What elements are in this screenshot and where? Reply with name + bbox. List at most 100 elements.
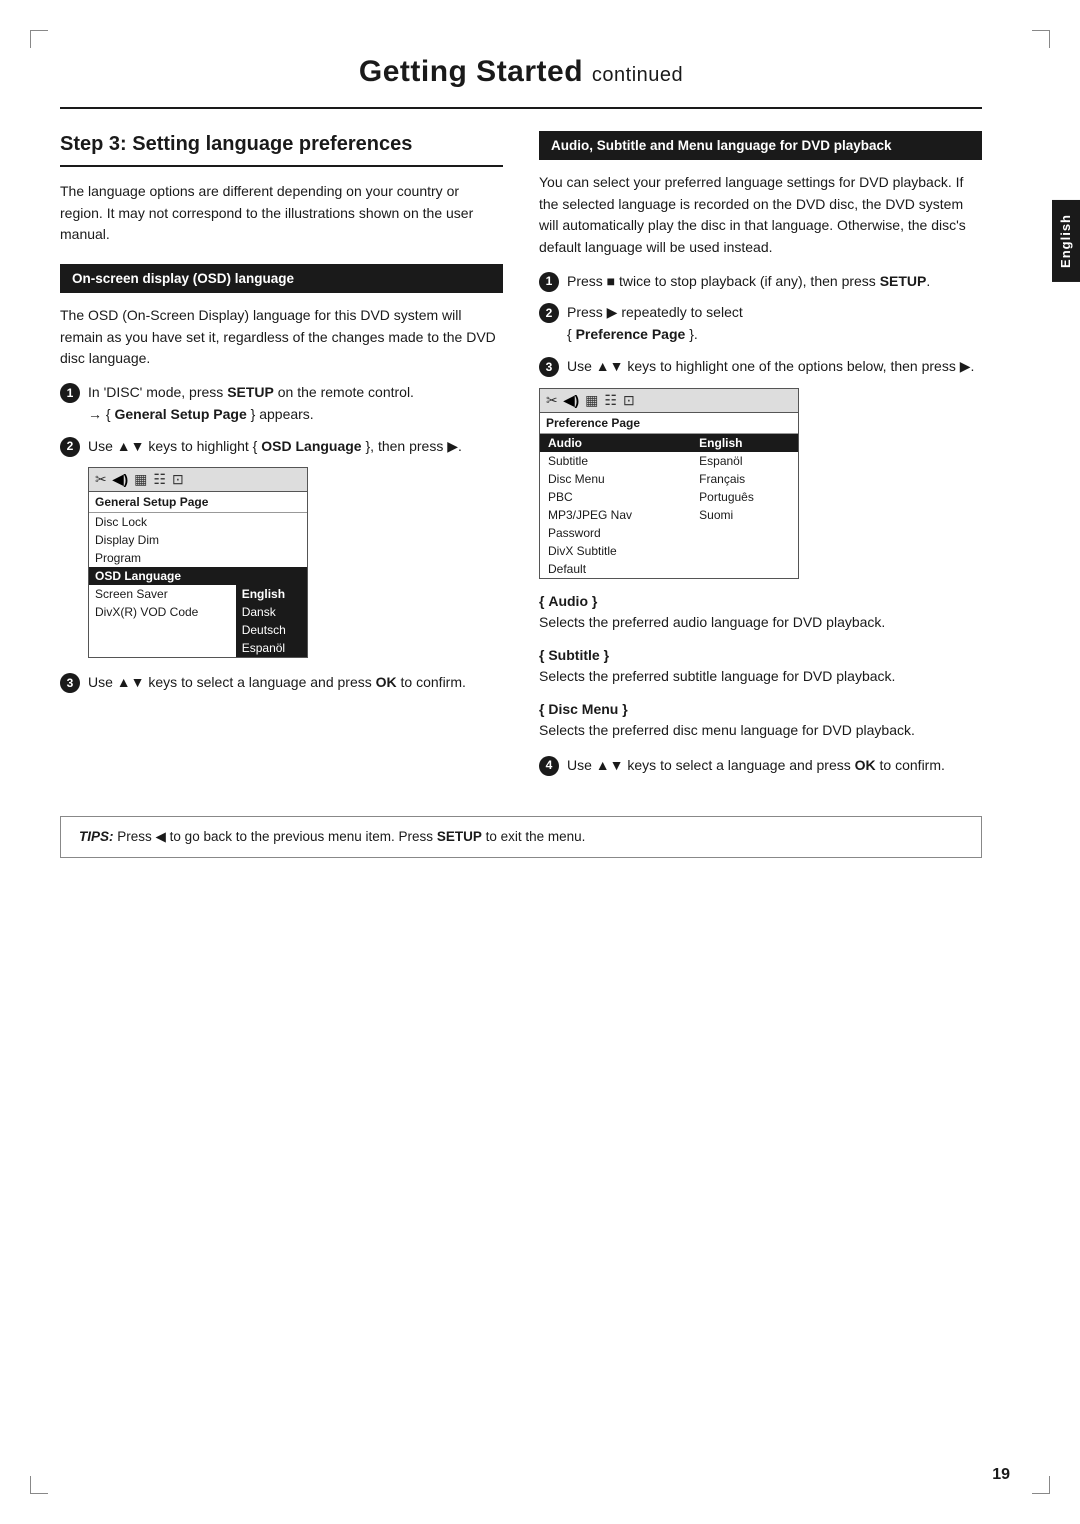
subtitle-desc: { Subtitle } Selects the preferred subti… xyxy=(539,647,982,687)
table-cell xyxy=(236,549,307,567)
right-step-2-text: Press ▶ repeatedly to select xyxy=(567,304,743,320)
right-step-4-content: Use ▲▼ keys to select a language and pre… xyxy=(567,755,982,777)
table-cell-espanol: Espanöl xyxy=(236,639,307,657)
right-section-header: Audio, Subtitle and Menu language for DV… xyxy=(539,131,982,160)
subtitle-desc-title: { Subtitle } xyxy=(539,647,982,663)
right-step-1-text: Press ■ twice to stop playback (if any),… xyxy=(567,273,930,289)
table-cell: OSD Language xyxy=(89,567,236,585)
pref-table-row-audio: AudioEnglish xyxy=(540,434,798,452)
table-row: Disc Lock xyxy=(89,513,307,531)
table-cell: DivX(R) VOD Code xyxy=(89,603,236,621)
table-cell: Disc Lock xyxy=(89,513,236,531)
right-step-2-brace: { Preference Page }. xyxy=(567,326,698,342)
osd-body-text: The OSD (On-Screen Display) language for… xyxy=(60,305,503,370)
pref-table-cell: Français xyxy=(691,470,798,488)
pref-screen-title-bar: Preference Page xyxy=(540,413,798,434)
pref-icon-grid: ▦ xyxy=(585,392,598,409)
right-column: Audio, Subtitle and Menu language for DV… xyxy=(539,131,982,786)
table-row-highlighted: OSD Language xyxy=(89,567,307,585)
icon-grid: ▦ xyxy=(134,471,147,488)
icon-box: ⊡ xyxy=(172,471,184,488)
two-column-layout: Step 3: Setting language preferences The… xyxy=(60,131,982,786)
left-step-3: 3 Use ▲▼ keys to select a language and p… xyxy=(60,672,503,694)
corner-mark-tl xyxy=(30,30,48,48)
step-2-content: Use ▲▼ keys to highlight { OSD Language … xyxy=(88,436,503,458)
icon-scissors: ✂ xyxy=(95,471,107,488)
corner-mark-bl xyxy=(30,1476,48,1494)
step-num-2: 2 xyxy=(60,437,80,457)
tips-label: TIPS: xyxy=(79,829,114,844)
pref-table-row: PBCPortuguês xyxy=(540,488,798,506)
disc-menu-desc-title: { Disc Menu } xyxy=(539,701,982,717)
table-row: Program xyxy=(89,549,307,567)
pref-table-cell: PBC xyxy=(540,488,691,506)
pref-icon-speaker: ◀) xyxy=(564,392,579,409)
right-intro-text: You can select your preferred language s… xyxy=(539,172,982,259)
tips-text: Press ◀ to go back to the previous menu … xyxy=(117,829,585,844)
tips-box: TIPS: Press ◀ to go back to the previous… xyxy=(60,816,982,858)
pref-table-row: Disc MenuFrançais xyxy=(540,470,798,488)
pref-table-row: MP3/JPEG NavSuomi xyxy=(540,506,798,524)
right-step-num-2: 2 xyxy=(539,303,559,323)
pref-screen-header-row: ✂ ◀) ▦ ☷ ⊡ xyxy=(540,389,798,413)
pref-table-cell: Disc Menu xyxy=(540,470,691,488)
audio-desc-text: Selects the preferred audio language for… xyxy=(539,612,982,633)
table-cell-dansk: Dansk xyxy=(236,603,307,621)
right-step-num-4: 4 xyxy=(539,756,559,776)
right-step-3: 3 Use ▲▼ keys to highlight one of the op… xyxy=(539,356,982,378)
pref-icon-scissors: ✂ xyxy=(546,392,558,409)
table-cell xyxy=(89,639,236,657)
pref-table-cell xyxy=(691,542,798,560)
pref-table-row: DivX Subtitle xyxy=(540,542,798,560)
pref-table-cell: Subtitle xyxy=(540,452,691,470)
corner-mark-tr xyxy=(1032,30,1050,48)
title-continued: continued xyxy=(592,64,683,86)
right-step-4-text: Use ▲▼ keys to select a language and pre… xyxy=(567,757,945,773)
left-step-2: 2 Use ▲▼ keys to highlight { OSD Languag… xyxy=(60,436,503,458)
pref-screen-table: AudioEnglish SubtitleEspanöl Disc MenuFr… xyxy=(540,434,798,578)
pref-table-cell: Português xyxy=(691,488,798,506)
right-step-num-1: 1 xyxy=(539,272,559,292)
pref-table-row: Default xyxy=(540,560,798,578)
right-step-2: 2 Press ▶ repeatedly to select { Prefere… xyxy=(539,302,982,345)
subtitle-desc-text: Selects the preferred subtitle language … xyxy=(539,666,982,687)
pref-table-cell: Espanöl xyxy=(691,452,798,470)
english-tab: English xyxy=(1052,200,1080,282)
osd-section-header: On-screen display (OSD) language xyxy=(60,264,503,293)
left-step-1: 1 In 'DISC' mode, press SETUP on the rem… xyxy=(60,382,503,425)
step-3-content: Use ▲▼ keys to select a language and pre… xyxy=(88,672,503,694)
right-step-3-text: Use ▲▼ keys to highlight one of the opti… xyxy=(567,358,974,374)
title-text: Getting Started xyxy=(359,55,583,88)
pref-table-row: Password xyxy=(540,524,798,542)
table-row: Espanöl xyxy=(89,639,307,657)
pref-table-cell: Suomi xyxy=(691,506,798,524)
table-cell xyxy=(89,621,236,639)
table-cell: Display Dim xyxy=(89,531,236,549)
right-step-4: 4 Use ▲▼ keys to select a language and p… xyxy=(539,755,982,777)
right-step-2-content: Press ▶ repeatedly to select { Preferenc… xyxy=(567,302,982,345)
disc-menu-desc: { Disc Menu } Selects the preferred disc… xyxy=(539,701,982,741)
table-cell xyxy=(236,531,307,549)
table-row: Display Dim xyxy=(89,531,307,549)
audio-desc-title: { Audio } xyxy=(539,593,982,609)
pref-table-cell xyxy=(691,560,798,578)
step-1-content: In 'DISC' mode, press SETUP on the remot… xyxy=(88,382,503,425)
left-column: Step 3: Setting language preferences The… xyxy=(60,131,503,704)
pref-table-cell: Password xyxy=(540,524,691,542)
table-cell-deutsch: Deutsch xyxy=(236,621,307,639)
step-2-text: Use ▲▼ keys to highlight { OSD Language … xyxy=(88,438,462,454)
table-row: DivX(R) VOD CodeDansk xyxy=(89,603,307,621)
page-number: 19 xyxy=(992,1466,1010,1484)
title-divider xyxy=(60,107,982,109)
pref-icon-list: ☷ xyxy=(604,392,617,409)
disc-menu-desc-text: Selects the preferred disc menu language… xyxy=(539,720,982,741)
corner-mark-br xyxy=(1032,1476,1050,1494)
screen-title-bar: General Setup Page xyxy=(89,492,307,513)
pref-table-cell: Default xyxy=(540,560,691,578)
right-step-1-content: Press ■ twice to stop playback (if any),… xyxy=(567,271,982,293)
step-3-text: Use ▲▼ keys to select a language and pre… xyxy=(88,674,466,690)
page-title: Getting Started continued xyxy=(60,55,982,89)
table-cell xyxy=(236,513,307,531)
screen-table: Disc Lock Display Dim Program OSD Langua… xyxy=(89,513,307,657)
right-step-3-content: Use ▲▼ keys to highlight one of the opti… xyxy=(567,356,982,378)
